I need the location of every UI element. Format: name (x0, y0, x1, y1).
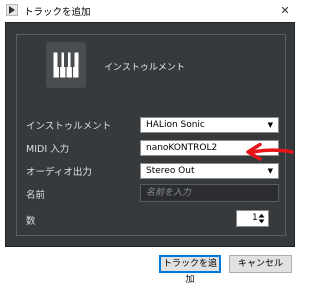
track-type-heading: インストゥルメント (104, 63, 185, 73)
count-value: 1 (252, 213, 258, 223)
count-label: 数 (26, 216, 36, 227)
audio-output-dropdown[interactable]: Stereo Out ▼ (140, 163, 279, 179)
dialog-footer: トラックを追加 キャンセル (0, 247, 300, 285)
name-label: 名前 (26, 190, 46, 201)
cubase-app-icon (6, 4, 18, 16)
audio-output-label: オーディオ出力 (26, 167, 92, 178)
add-track-button[interactable]: トラックを追加 (159, 255, 221, 285)
instrument-value: HALion Sonic (146, 120, 205, 130)
annotation-arrow-icon (246, 143, 294, 161)
midi-input-label: MIDI 入力 (26, 144, 70, 155)
close-icon[interactable]: ✕ (270, 0, 300, 21)
stepper-arrows-icon[interactable] (258, 213, 265, 224)
instrument-dropdown[interactable]: HALion Sonic ▼ (140, 117, 279, 133)
chevron-down-icon: ▼ (267, 167, 273, 175)
count-stepper[interactable]: 1 (236, 210, 269, 227)
name-input[interactable] (140, 184, 279, 202)
piano-keys-icon (46, 42, 86, 88)
midi-input-value: nanoKONTROL2 (146, 143, 218, 153)
instrument-label: インストゥルメント (26, 121, 112, 132)
chevron-down-icon: ▼ (267, 121, 273, 129)
cancel-button[interactable]: キャンセル (229, 255, 292, 273)
audio-output-value: Stereo Out (146, 166, 195, 176)
window-title: トラックを追加 (24, 7, 91, 18)
title-bar: トラックを追加 ✕ (0, 0, 300, 21)
